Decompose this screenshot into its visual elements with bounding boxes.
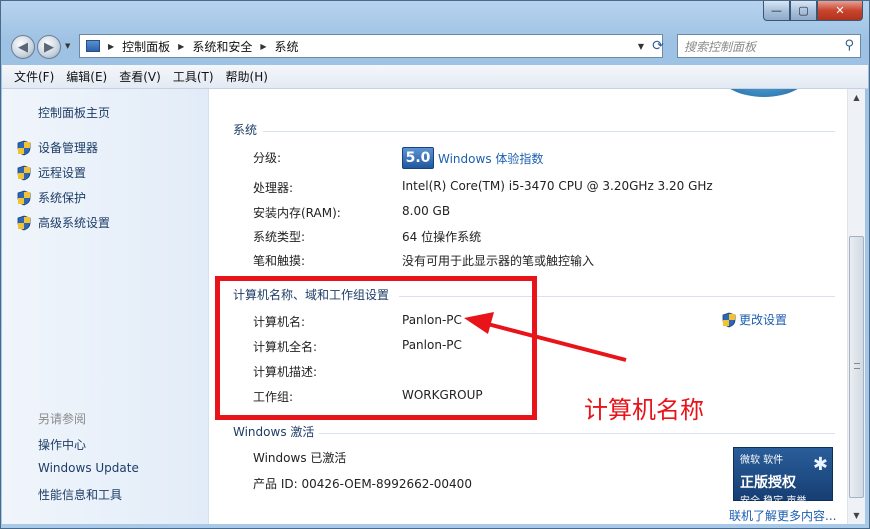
annotation-label: 计算机名称 xyxy=(584,396,704,424)
annotation-arrow xyxy=(464,312,627,362)
